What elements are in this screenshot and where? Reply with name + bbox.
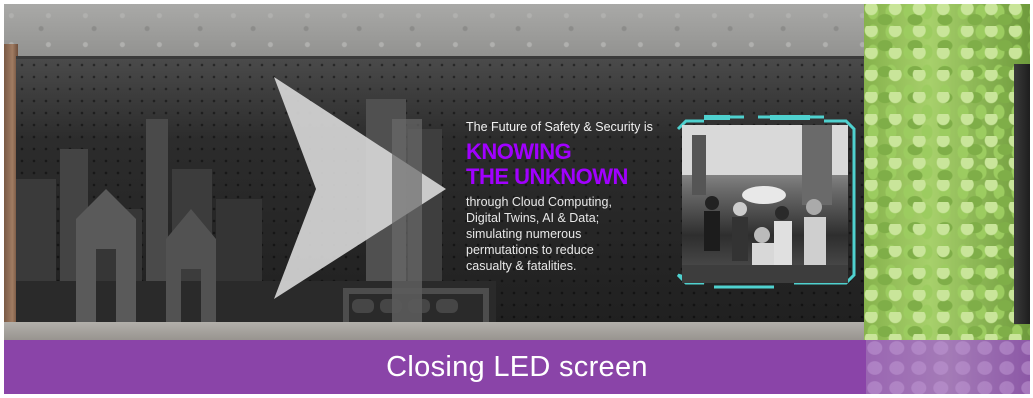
- body-line: casualty & fatalities.: [466, 259, 577, 273]
- headline-body: through Cloud Computing, Digital Twins, …: [466, 194, 666, 274]
- body-line: simulating numerous: [466, 227, 582, 241]
- screen-headline: The Future of Safety & Security is KNOWI…: [466, 119, 666, 274]
- city-skyline: [16, 77, 496, 327]
- crowd-photo-frame: [674, 115, 860, 291]
- body-line: through Cloud Computing,: [466, 195, 612, 209]
- headline-line-1: KNOWING: [466, 139, 572, 164]
- crowd-photo: [682, 125, 848, 283]
- green-plant-wall: [864, 4, 1030, 394]
- headline-kicker: The Future of Safety & Security is: [466, 120, 653, 134]
- photo-frame: The Future of Safety & Security is KNOWI…: [4, 4, 1030, 394]
- led-screen: The Future of Safety & Security is KNOWI…: [16, 56, 872, 327]
- body-line: permutations to reduce: [466, 243, 594, 257]
- body-line: Digital Twins, AI & Data;: [466, 211, 600, 225]
- plant-overlay: [866, 340, 1030, 394]
- headline-line-2: THE UNKNOWN: [466, 164, 628, 189]
- caption-text: Closing LED screen: [386, 350, 648, 383]
- adjacent-screen-edge: [1014, 64, 1030, 324]
